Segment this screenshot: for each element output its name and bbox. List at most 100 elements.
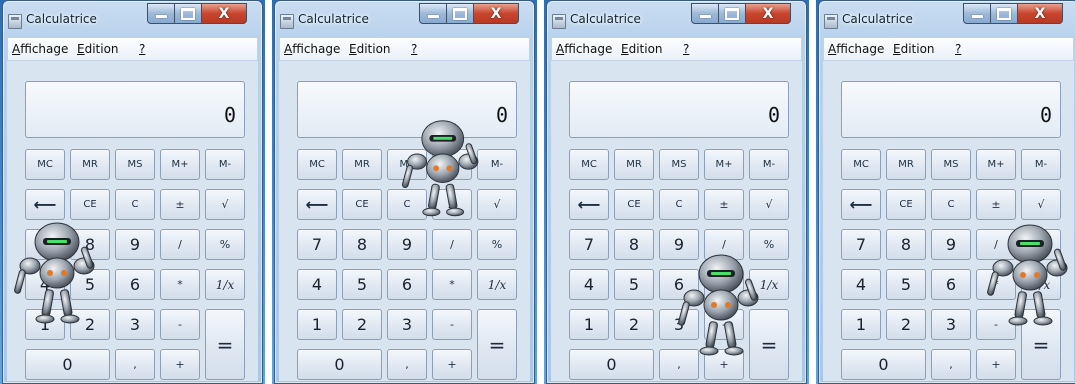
sign-toggle-button[interactable]: ± bbox=[704, 189, 744, 220]
clear-button[interactable]: C bbox=[115, 189, 155, 220]
menu-help[interactable]: ? bbox=[411, 42, 417, 56]
reciprocal-button[interactable]: 1/x bbox=[477, 269, 517, 300]
title-bar[interactable]: Calculatrice X bbox=[3, 1, 262, 37]
add-button[interactable]: + bbox=[160, 349, 200, 380]
add-button[interactable]: + bbox=[976, 349, 1016, 380]
calculator-icon[interactable] bbox=[8, 14, 22, 29]
multiply-button[interactable]: * bbox=[432, 269, 472, 300]
memory-clear-button[interactable]: MC bbox=[25, 149, 65, 180]
maximize-button[interactable] bbox=[446, 3, 474, 24]
minimize-button[interactable] bbox=[419, 3, 447, 24]
square-root-button[interactable]: √ bbox=[749, 189, 789, 220]
clear-button[interactable]: C bbox=[659, 189, 699, 220]
memory-subtract-button[interactable]: M- bbox=[749, 149, 789, 180]
percent-button[interactable]: % bbox=[205, 229, 245, 260]
decimal-button[interactable]: , bbox=[387, 349, 427, 380]
digit-3-button[interactable]: 3 bbox=[931, 309, 971, 340]
memory-recall-button[interactable]: MR bbox=[614, 149, 654, 180]
calculator-icon[interactable] bbox=[280, 14, 294, 29]
close-button[interactable]: X bbox=[473, 3, 519, 24]
minimize-button[interactable] bbox=[691, 3, 719, 24]
close-button[interactable]: X bbox=[1017, 3, 1063, 24]
memory-store-button[interactable]: MS bbox=[931, 149, 971, 180]
square-root-button[interactable]: √ bbox=[1021, 189, 1061, 220]
digit-7-button[interactable]: 7 bbox=[841, 229, 881, 260]
digit-5-button[interactable]: 5 bbox=[614, 269, 654, 300]
backspace-button[interactable]: ⟵ bbox=[841, 189, 881, 220]
memory-clear-button[interactable]: MC bbox=[569, 149, 609, 180]
digit-6-button[interactable]: 6 bbox=[115, 269, 155, 300]
backspace-button[interactable]: ⟵ bbox=[569, 189, 609, 220]
menu-view[interactable]: Affichage bbox=[556, 42, 612, 56]
memory-clear-button[interactable]: MC bbox=[841, 149, 881, 180]
clear-entry-button[interactable]: CE bbox=[886, 189, 926, 220]
decimal-button[interactable]: , bbox=[931, 349, 971, 380]
subtract-button[interactable]: - bbox=[160, 309, 200, 340]
backspace-button[interactable]: ⟵ bbox=[297, 189, 337, 220]
menu-help[interactable]: ? bbox=[683, 42, 689, 56]
menu-help[interactable]: ? bbox=[955, 42, 961, 56]
divide-button[interactable]: / bbox=[160, 229, 200, 260]
close-button[interactable]: X bbox=[745, 3, 791, 24]
digit-9-button[interactable]: 9 bbox=[387, 229, 427, 260]
memory-add-button[interactable]: M+ bbox=[976, 149, 1016, 180]
menu-view[interactable]: Affichage bbox=[12, 42, 68, 56]
calculator-icon[interactable] bbox=[552, 14, 566, 29]
memory-add-button[interactable]: M+ bbox=[160, 149, 200, 180]
maximize-button[interactable] bbox=[174, 3, 202, 24]
digit-6-button[interactable]: 6 bbox=[931, 269, 971, 300]
digit-1-button[interactable]: 1 bbox=[841, 309, 881, 340]
digit-4-button[interactable]: 4 bbox=[569, 269, 609, 300]
digit-9-button[interactable]: 9 bbox=[931, 229, 971, 260]
digit-0-button[interactable]: 0 bbox=[569, 349, 654, 380]
digit-1-button[interactable]: 1 bbox=[297, 309, 337, 340]
digit-6-button[interactable]: 6 bbox=[387, 269, 427, 300]
digit-8-button[interactable]: 8 bbox=[614, 229, 654, 260]
title-bar[interactable]: Calculatrice X bbox=[819, 1, 1075, 37]
subtract-button[interactable]: - bbox=[432, 309, 472, 340]
equals-button[interactable]: = bbox=[205, 309, 245, 380]
divide-button[interactable]: / bbox=[432, 229, 472, 260]
menu-view[interactable]: Affichage bbox=[284, 42, 340, 56]
digit-2-button[interactable]: 2 bbox=[614, 309, 654, 340]
digit-9-button[interactable]: 9 bbox=[115, 229, 155, 260]
menu-edit[interactable]: Edition bbox=[893, 42, 935, 56]
memory-subtract-button[interactable]: M- bbox=[1021, 149, 1061, 180]
percent-button[interactable]: % bbox=[477, 229, 517, 260]
digit-2-button[interactable]: 2 bbox=[342, 309, 382, 340]
decimal-button[interactable]: , bbox=[115, 349, 155, 380]
title-bar[interactable]: Calculatrice X bbox=[275, 1, 534, 37]
digit-4-button[interactable]: 4 bbox=[297, 269, 337, 300]
clear-button[interactable]: C bbox=[931, 189, 971, 220]
memory-subtract-button[interactable]: M- bbox=[205, 149, 245, 180]
reciprocal-button[interactable]: 1/x bbox=[205, 269, 245, 300]
minimize-button[interactable] bbox=[147, 3, 175, 24]
digit-5-button[interactable]: 5 bbox=[886, 269, 926, 300]
sign-toggle-button[interactable]: ± bbox=[160, 189, 200, 220]
calculator-icon[interactable] bbox=[824, 14, 838, 29]
menu-edit[interactable]: Edition bbox=[621, 42, 663, 56]
multiply-button[interactable]: * bbox=[160, 269, 200, 300]
maximize-button[interactable] bbox=[990, 3, 1018, 24]
add-button[interactable]: + bbox=[432, 349, 472, 380]
clear-entry-button[interactable]: CE bbox=[70, 189, 110, 220]
clear-entry-button[interactable]: CE bbox=[342, 189, 382, 220]
memory-recall-button[interactable]: MR bbox=[342, 149, 382, 180]
backspace-button[interactable]: ⟵ bbox=[25, 189, 65, 220]
sign-toggle-button[interactable]: ± bbox=[976, 189, 1016, 220]
memory-store-button[interactable]: MS bbox=[659, 149, 699, 180]
memory-recall-button[interactable]: MR bbox=[70, 149, 110, 180]
title-bar[interactable]: Calculatrice X bbox=[547, 1, 806, 37]
digit-1-button[interactable]: 1 bbox=[569, 309, 609, 340]
minimize-button[interactable] bbox=[963, 3, 991, 24]
digit-5-button[interactable]: 5 bbox=[342, 269, 382, 300]
memory-add-button[interactable]: M+ bbox=[704, 149, 744, 180]
digit-3-button[interactable]: 3 bbox=[387, 309, 427, 340]
digit-7-button[interactable]: 7 bbox=[569, 229, 609, 260]
memory-clear-button[interactable]: MC bbox=[297, 149, 337, 180]
digit-8-button[interactable]: 8 bbox=[342, 229, 382, 260]
menu-edit[interactable]: Edition bbox=[349, 42, 391, 56]
digit-3-button[interactable]: 3 bbox=[115, 309, 155, 340]
square-root-button[interactable]: √ bbox=[205, 189, 245, 220]
menu-edit[interactable]: Edition bbox=[77, 42, 119, 56]
